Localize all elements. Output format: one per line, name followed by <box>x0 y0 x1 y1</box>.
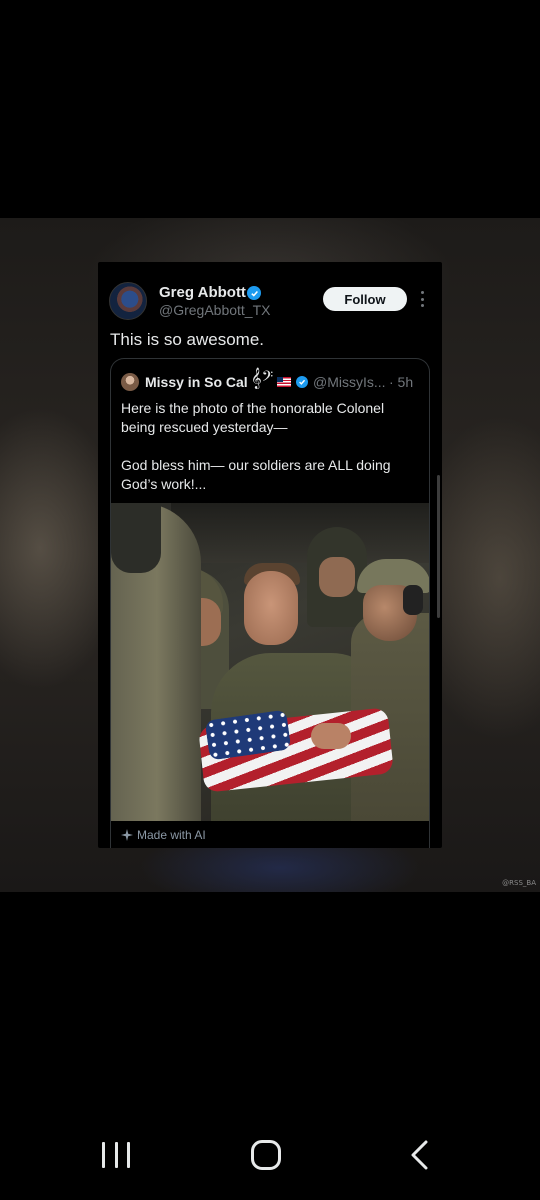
photo-hand <box>311 723 351 749</box>
photo-headset <box>403 585 423 615</box>
more-options-icon[interactable] <box>418 291 426 307</box>
quoted-handle[interactable]: @MissyIs... <box>313 374 386 390</box>
photo-ceiling <box>171 503 429 563</box>
photo-smiling-face <box>244 571 298 645</box>
made-with-ai-label: Made with AI <box>121 828 206 842</box>
quoted-photo[interactable] <box>111 503 429 821</box>
music-clef-icons: 𝄞𝄢 <box>251 368 274 388</box>
quoted-tweet[interactable]: Missy in So Cal 𝄞𝄢 @MissyIs... · 5h Here… <box>110 358 430 848</box>
recent-apps-icon[interactable] <box>102 1142 130 1168</box>
made-with-ai-text: Made with AI <box>137 828 206 842</box>
scrollbar[interactable] <box>437 475 440 618</box>
author-name[interactable]: Greg Abbott <box>159 284 246 301</box>
author-handle[interactable]: @GregAbbott_TX <box>159 302 271 318</box>
quoted-avatar[interactable] <box>121 373 139 391</box>
quoted-author-name[interactable]: Missy in So Cal <box>145 374 248 390</box>
tweet-card[interactable]: Greg Abbott @GregAbbott_TX Follow This i… <box>98 262 442 848</box>
sparkle-icon <box>121 829 133 841</box>
home-icon[interactable] <box>251 1140 281 1170</box>
photo-left-helmet <box>111 503 161 573</box>
avatar[interactable] <box>109 282 147 320</box>
photo-back-face <box>319 557 355 597</box>
quoted-text: Here is the photo of the honorable Colon… <box>121 400 391 492</box>
back-icon[interactable] <box>408 1140 430 1170</box>
watermark: @RSS_BA <box>502 879 536 887</box>
verified-badge-icon <box>247 286 261 300</box>
follow-button[interactable]: Follow <box>323 287 407 311</box>
us-flag-icon <box>277 377 291 387</box>
tweet-text: This is so awesome. <box>110 330 264 349</box>
verified-badge-icon <box>296 376 308 388</box>
quoted-timestamp: · 5h <box>389 374 414 390</box>
